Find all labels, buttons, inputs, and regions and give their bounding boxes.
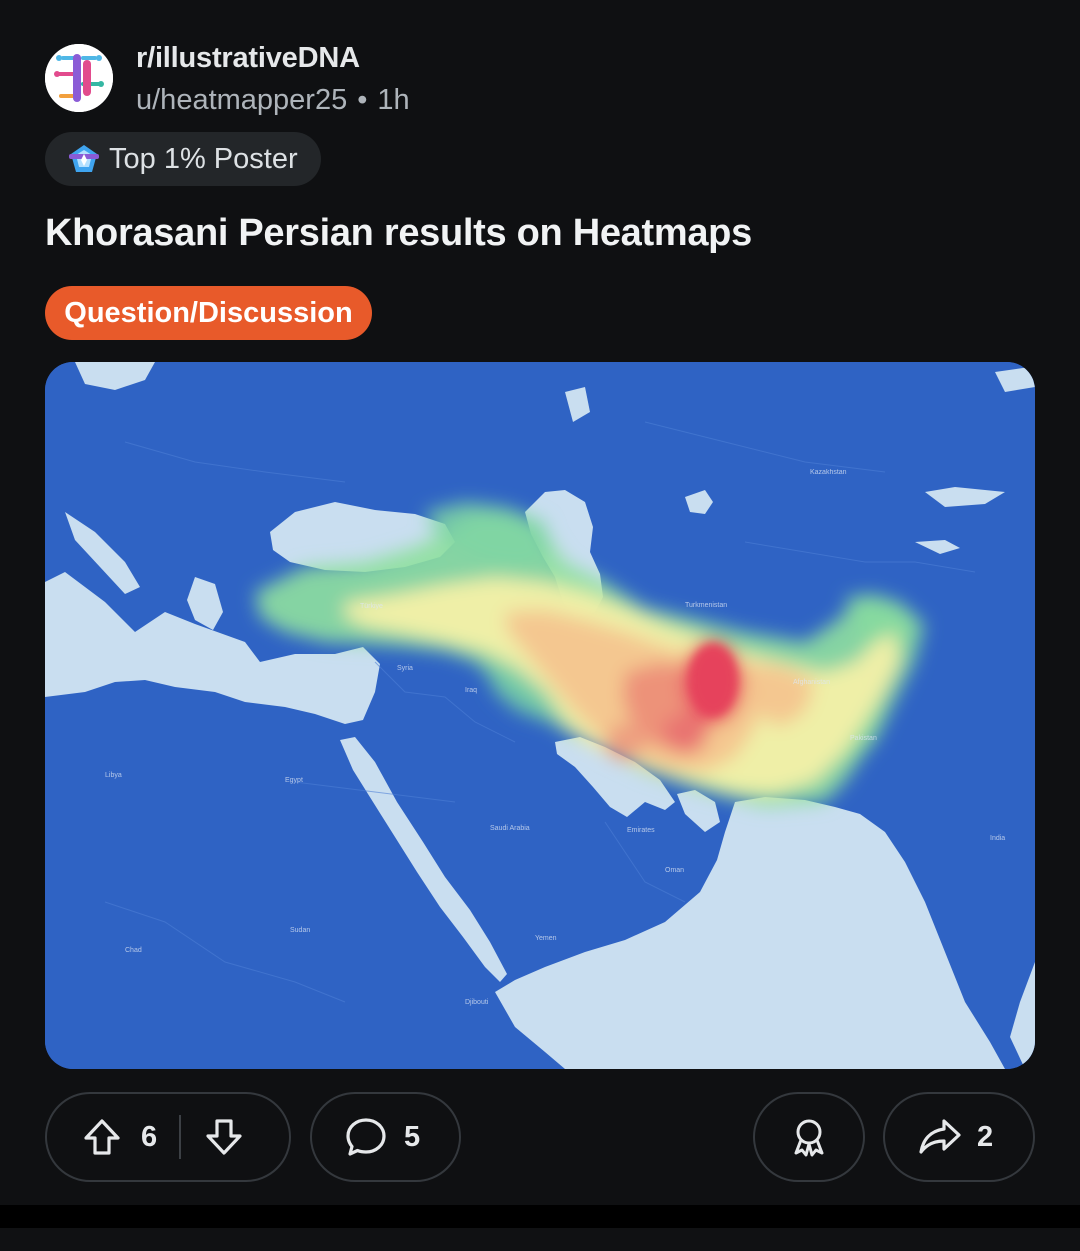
post-age: 1h xyxy=(377,84,410,116)
subreddit-name[interactable]: r/illustrativeDNA xyxy=(136,42,360,75)
author-link[interactable]: u/heatmapper25 xyxy=(136,84,347,116)
upvote-button[interactable] xyxy=(81,1116,123,1158)
vote-count: 6 xyxy=(141,1120,158,1153)
map-label-sudan: Sudan xyxy=(290,927,310,934)
share-arrow-icon xyxy=(917,1115,963,1159)
map-label-iraq: Iraq xyxy=(465,687,477,694)
map-label-syria: Syria xyxy=(397,665,413,672)
map-label-saudi: Saudi Arabia xyxy=(490,825,530,832)
map-label-pakistan: Pakistan xyxy=(850,735,877,742)
feed-separator xyxy=(0,1205,1080,1228)
map-label-oman: Oman xyxy=(665,867,684,874)
top-poster-badge[interactable]: Top 1% Poster xyxy=(45,132,321,186)
award-button[interactable] xyxy=(753,1092,865,1182)
next-post-edge xyxy=(0,1228,1080,1251)
subreddit-avatar[interactable] xyxy=(45,44,113,112)
comment-count: 5 xyxy=(404,1120,421,1153)
post-flair[interactable]: Question/Discussion xyxy=(45,286,372,340)
map-label-turkiye: Türkiye xyxy=(360,603,383,610)
achievement-icon xyxy=(69,145,99,172)
map-label-turkmenistan: Turkmenistan xyxy=(685,602,727,609)
map-label-india: India xyxy=(990,835,1005,842)
post-card: r/illustrativeDNA u/heatmapper25 • 1h Top … xyxy=(0,0,1080,1205)
downvote-button[interactable] xyxy=(203,1116,245,1158)
comments-button[interactable]: 5 xyxy=(310,1092,461,1182)
downvote-arrow-icon xyxy=(206,1119,242,1155)
map-label-libya: Libya xyxy=(105,772,122,779)
map-label-djibouti: Djibouti xyxy=(465,999,489,1006)
badge-label: Top 1% Poster xyxy=(109,142,298,175)
map-label-egypt: Egypt xyxy=(285,777,303,784)
award-icon xyxy=(794,1119,824,1157)
heatmap-core xyxy=(689,644,737,716)
vote-control: 6 xyxy=(45,1092,291,1182)
map-label-kazakhstan: Kazakhstan xyxy=(810,469,847,476)
post-meta: u/heatmapper25 • 1h xyxy=(136,84,410,117)
vote-divider xyxy=(179,1115,182,1159)
upvote-arrow-icon xyxy=(84,1119,120,1155)
map-label-yemen: Yemen xyxy=(535,935,557,942)
share-count: 2 xyxy=(977,1120,994,1153)
share-button[interactable]: 2 xyxy=(883,1092,1035,1182)
post-title[interactable]: Khorasani Persian results on Heatmaps xyxy=(45,212,752,255)
map-label-emirates: Emirates xyxy=(627,827,655,834)
meta-separator: • xyxy=(357,84,368,116)
post-image-heatmap[interactable]: Türkiye Syria Iraq Egypt Libya Saudi Ara… xyxy=(45,362,1035,1069)
comment-icon xyxy=(344,1115,388,1159)
map-label-chad: Chad xyxy=(125,947,142,954)
map-label-afghanistan: Afghanistan xyxy=(793,679,830,686)
